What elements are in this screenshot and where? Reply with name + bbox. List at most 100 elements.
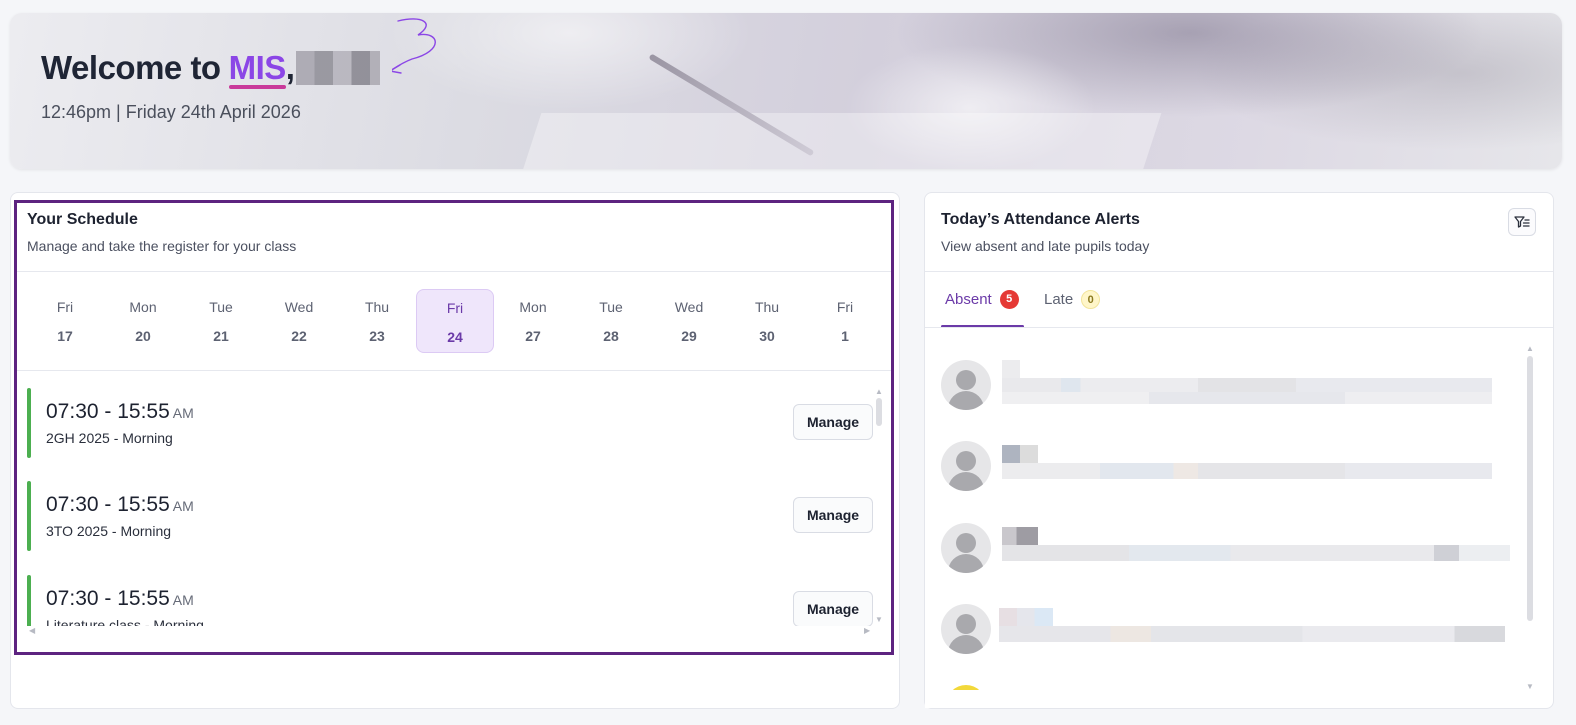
schedule-title: Your Schedule <box>27 211 138 228</box>
scroll-up-arrow-icon[interactable]: ▲ <box>875 388 883 396</box>
alerts-header-divider <box>925 271 1553 272</box>
tab-label: Absent <box>945 291 992 308</box>
list-fade <box>925 690 1545 708</box>
pupil-detail-redacted <box>1002 392 1492 404</box>
schedule-slot: 07:30 - 15:55 AM Literature class - Morni… <box>27 573 877 626</box>
tab-label: Late <box>1044 291 1074 308</box>
day-number: 30 <box>759 328 775 344</box>
schedule-vertical-scrollbar[interactable] <box>876 398 882 426</box>
day-fri-17[interactable]: Fri 17 <box>26 289 104 353</box>
filter-list-icon <box>1514 216 1530 228</box>
slot-class-name: 3TO 2025 - Morning <box>46 523 172 539</box>
slot-time-range: 07:30 - 15:55 <box>46 400 170 423</box>
day-number: 21 <box>213 328 229 344</box>
tab-absent[interactable]: Absent 5 <box>945 290 1019 309</box>
pupil-name-redacted <box>999 608 1053 626</box>
day-number: 23 <box>369 328 385 344</box>
person-icon <box>941 523 991 573</box>
pupil-detail-redacted <box>999 626 1505 642</box>
day-thu-23[interactable]: Thu 23 <box>338 289 416 353</box>
slot-time: 07:30 - 15:55 AM <box>46 400 194 424</box>
day-name: Fri <box>446 300 464 316</box>
slot-ampm: AM <box>172 498 194 514</box>
day-name: Fri <box>836 299 854 315</box>
pupil-name-redacted <box>1002 360 1020 378</box>
pupil-name-redacted <box>1002 445 1038 463</box>
day-name: Mon <box>519 299 547 315</box>
absent-pupil-row[interactable] <box>941 523 1521 579</box>
slot-time-range: 07:30 - 15:55 <box>46 493 170 516</box>
schedule-slot: 07:30 - 15:55 AM 3TO 2025 - Morning Manag… <box>27 479 877 551</box>
schedule-header-divider <box>17 271 891 272</box>
person-icon <box>941 360 991 410</box>
slot-status-bar <box>27 481 31 551</box>
absent-count-badge: 5 <box>999 290 1019 309</box>
welcome-heading: Welcome to MIS , <box>41 49 381 89</box>
day-wed-29[interactable]: Wed 29 <box>650 289 728 353</box>
tab-late[interactable]: Late 0 <box>1044 290 1101 309</box>
current-datetime: 12:46pm | Friday 24th April 2026 <box>41 102 301 122</box>
banner-photo-paper <box>518 113 1162 169</box>
welcome-comma: , <box>285 49 295 86</box>
pupil-detail-redacted <box>1002 545 1510 561</box>
day-strip-divider <box>17 370 891 371</box>
schedule-slot: 07:30 - 15:55 AM 2GH 2025 - Morning Manag… <box>27 386 877 458</box>
welcome-prefix: Welcome to <box>41 49 221 86</box>
alerts-subtitle: View absent and late pupils today <box>941 238 1150 254</box>
day-tue-21[interactable]: Tue 21 <box>182 289 260 353</box>
pupil-detail-redacted <box>1002 463 1492 479</box>
day-name: Thu <box>364 299 390 315</box>
slot-class-name: Literature class - Morning <box>46 617 204 626</box>
pupil-name-redacted <box>1002 527 1038 545</box>
day-mon-20[interactable]: Mon 20 <box>104 289 182 353</box>
slot-ampm: AM <box>172 405 194 421</box>
scroll-down-arrow-icon[interactable]: ▼ <box>1526 683 1534 691</box>
scroll-up-arrow-icon[interactable]: ▲ <box>1526 345 1534 353</box>
brand-name: MIS <box>228 49 286 89</box>
schedule-subtitle: Manage and take the register for your cl… <box>27 238 297 254</box>
slot-time: 07:30 - 15:55 AM <box>46 493 194 517</box>
slot-time-range: 07:30 - 15:55 <box>46 587 170 610</box>
schedule-list[interactable]: 07:30 - 15:55 AM 2GH 2025 - Morning Manag… <box>17 372 877 626</box>
slot-ampm: AM <box>172 592 194 608</box>
day-tue-28[interactable]: Tue 28 <box>572 289 650 353</box>
day-thu-30[interactable]: Thu 30 <box>728 289 806 353</box>
scroll-right-arrow-icon[interactable]: ▶ <box>864 627 870 635</box>
person-icon <box>941 441 991 491</box>
manage-button[interactable]: Manage <box>793 497 873 533</box>
day-name: Tue <box>209 299 233 315</box>
late-count-badge: 0 <box>1081 290 1101 309</box>
pupil-name-redacted <box>1002 378 1492 392</box>
welcome-banner: Welcome to MIS , 12:46pm | Friday 24th A… <box>10 13 1562 169</box>
day-number: 29 <box>681 328 697 344</box>
day-fri-1[interactable]: Fri 1 <box>806 289 884 353</box>
day-mon-27[interactable]: Mon 27 <box>494 289 572 353</box>
user-name-redacted <box>296 51 381 85</box>
person-icon <box>941 604 991 654</box>
slot-class-name: 2GH 2025 - Morning <box>46 430 173 446</box>
absent-pupil-row[interactable] <box>941 604 1521 660</box>
day-number: 22 <box>291 328 307 344</box>
day-name: Wed <box>674 299 704 315</box>
scroll-down-arrow-icon[interactable]: ▼ <box>875 616 883 624</box>
tabs-divider <box>925 327 1553 328</box>
day-number: 17 <box>57 328 73 344</box>
day-wed-22[interactable]: Wed 22 <box>260 289 338 353</box>
absent-pupil-row[interactable] <box>941 360 1521 416</box>
absent-pupil-row[interactable] <box>941 441 1521 497</box>
day-name: Tue <box>599 299 623 315</box>
filter-button[interactable] <box>1508 208 1536 236</box>
day-number: 20 <box>135 328 151 344</box>
scroll-left-arrow-icon[interactable]: ◀ <box>29 627 35 635</box>
slot-status-bar <box>27 388 31 458</box>
day-name: Mon <box>129 299 157 315</box>
manage-button[interactable]: Manage <box>793 404 873 440</box>
day-fri-24-selected[interactable]: Fri 24 <box>416 289 494 353</box>
day-name: Fri <box>56 299 74 315</box>
day-number: 27 <box>525 328 541 344</box>
alerts-vertical-scrollbar[interactable] <box>1527 356 1533 621</box>
day-name: Thu <box>754 299 780 315</box>
alerts-title: Today’s Attendance Alerts <box>941 211 1140 228</box>
manage-button[interactable]: Manage <box>793 591 873 626</box>
day-number: 24 <box>447 329 463 345</box>
